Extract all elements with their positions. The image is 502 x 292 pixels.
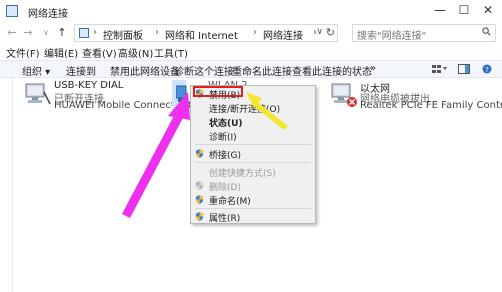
network-connections-window: 网络连接 — ☐ ✕ ← → ∨ ↑ › 控制面板 › 网络和 Internet… — [0, 0, 502, 292]
magenta-arrow — [122, 92, 190, 218]
annotation-arrows — [122, 92, 288, 218]
yellow-arrow — [246, 92, 288, 130]
